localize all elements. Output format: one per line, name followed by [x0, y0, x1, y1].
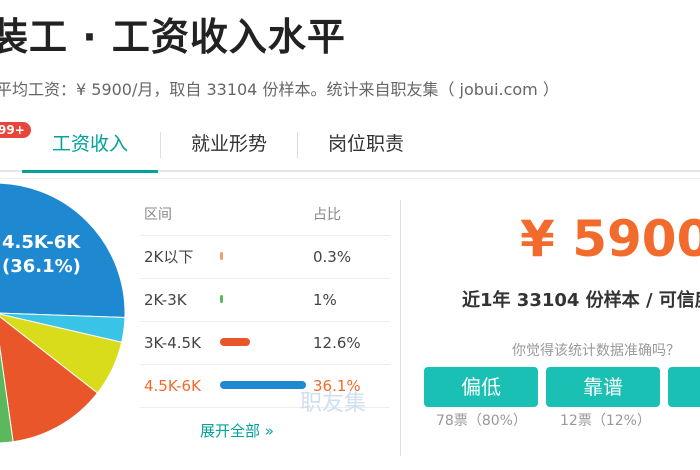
- tab-divider: [160, 132, 161, 158]
- vote-reliable-button[interactable]: 靠谱: [546, 367, 660, 407]
- row-range: 3K-4.5K: [144, 334, 201, 352]
- page-subtitle: 平均工资：¥ 5900/月，取自 33104 份样本。统计来自职友集（ jobu…: [0, 80, 559, 99]
- page-title: 装工 · 工资收入水平: [0, 15, 346, 59]
- tab-employment[interactable]: 就业形势: [162, 118, 296, 170]
- row-bar: [220, 252, 223, 260]
- row-pct: 1%: [313, 291, 337, 309]
- column-divider: [400, 200, 401, 456]
- salary-pie-chart: [0, 182, 126, 444]
- expand-all-link[interactable]: 展开全部 »: [200, 420, 274, 441]
- row-pct: 12.6%: [313, 334, 361, 352]
- table-row: 3K-4.5K 12.6%: [140, 322, 390, 365]
- row-pct: 0.3%: [313, 248, 352, 266]
- salary-distribution-table: 区间 占比 2K以下 0.3% 2K-3K 1% 3K-4.5K 12.6% 4…: [140, 195, 390, 408]
- vote-reliable-count: 12票（12%）: [560, 413, 651, 429]
- vote-low-count: 78票（80%）: [436, 413, 527, 429]
- average-salary: ¥ 5900: [520, 210, 700, 268]
- header-range: 区间: [144, 207, 172, 223]
- row-bar: [220, 295, 223, 303]
- watermark: 职友集: [300, 391, 367, 416]
- tab-divider: [297, 132, 298, 158]
- table-row: 2K以下 0.3%: [140, 236, 390, 279]
- tab-salary[interactable]: 工资收入: [22, 118, 158, 173]
- table-header: 区间 占比: [140, 195, 390, 236]
- vote-high-button[interactable]: [668, 367, 700, 407]
- pie-highlight-label: 4.5K-6K: [2, 232, 81, 253]
- tab-bar: 99+ 工资收入 就业形势 岗位职责: [0, 118, 700, 173]
- tab-duties[interactable]: 岗位职责: [299, 118, 433, 170]
- accuracy-question: 你觉得该统计数据准确吗？: [512, 343, 680, 359]
- row-range: 4.5K-6K: [144, 377, 201, 395]
- row-bar: [220, 381, 306, 389]
- row-range: 2K-3K: [144, 291, 187, 309]
- pie-highlight-pct: (36.1%): [2, 256, 81, 277]
- header-pct: 占比: [313, 207, 341, 223]
- table-row: 2K-3K 1%: [140, 279, 390, 322]
- sample-info: 近1年 33104 份样本 / 可信度: [462, 290, 700, 311]
- vote-low-button[interactable]: 偏低: [424, 367, 538, 407]
- row-bar: [220, 338, 251, 346]
- pie-slice-4.5K-6K: [0, 182, 126, 319]
- row-range: 2K以下: [144, 248, 194, 266]
